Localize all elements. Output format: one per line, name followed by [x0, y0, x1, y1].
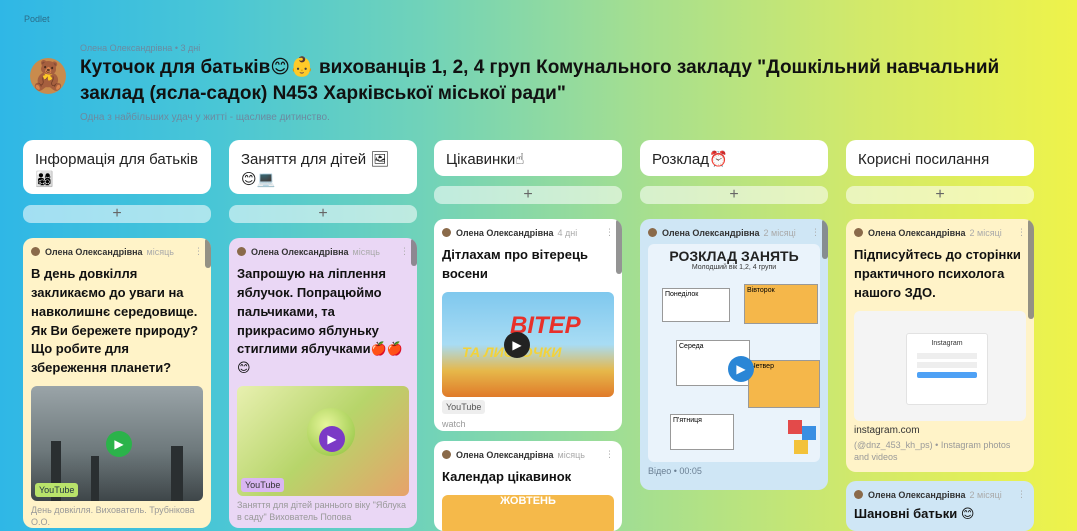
- scrollbar[interactable]: [616, 219, 622, 274]
- calendar-thumbnail[interactable]: ЖОВТЕНЬ: [442, 494, 614, 531]
- column-header[interactable]: Корисні посилання: [846, 140, 1034, 176]
- add-post-button[interactable]: +: [846, 186, 1034, 204]
- video-thumbnail[interactable]: ▶ YouTube: [31, 386, 203, 502]
- post-description: Заняття для дітей раннього віку "Яблука …: [237, 500, 406, 523]
- column-lessons: Заняття для дітей 🖼 😊💻: [229, 140, 417, 194]
- day-box: П'ятниця: [670, 414, 734, 450]
- watch-label[interactable]: watch: [442, 418, 614, 430]
- app-brand[interactable]: Podlet: [24, 14, 50, 24]
- more-icon[interactable]: ⋮: [605, 449, 614, 460]
- column-title: Заняття для дітей 🖼 😊💻: [241, 151, 390, 188]
- more-icon[interactable]: ⋮: [1017, 227, 1026, 238]
- day-box: Вівторок: [744, 284, 818, 324]
- link-preview[interactable]: Instagram: [854, 310, 1026, 421]
- post-card[interactable]: Олена Олександрівна місяць ⋮ В день довкіл…: [23, 238, 211, 528]
- more-icon[interactable]: ⋮: [605, 227, 614, 238]
- video-thumbnail[interactable]: ▶ YouTube: [237, 386, 409, 497]
- post-title: Запрошую на ліплення яблучок. Попрацюймо…: [237, 266, 404, 376]
- column-interesting: Цікавинки☝: [434, 140, 622, 176]
- scrollbar[interactable]: [205, 238, 211, 268]
- scrollbar[interactable]: [1028, 219, 1034, 319]
- more-icon[interactable]: ⋮: [811, 227, 820, 238]
- column-header[interactable]: Цікавинки☝: [434, 140, 622, 176]
- column-title: Корисні посилання: [858, 151, 990, 168]
- post-title: В день довкілля закликаємо до уваги на н…: [31, 266, 199, 376]
- scrollbar[interactable]: [822, 219, 828, 259]
- board-meta: Олена Олександрівна • 3 дні: [80, 43, 201, 53]
- post-title: Дітлахам про вітерець восени: [442, 247, 588, 281]
- column-header[interactable]: Заняття для дітей 🖼 😊💻: [229, 140, 417, 194]
- post-card[interactable]: Олена Олександрівна 2 місяці ⋮ Шановні бат…: [846, 481, 1034, 531]
- source-badge: YouTube: [241, 478, 285, 493]
- avatar: [442, 228, 451, 237]
- avatar: [854, 228, 863, 237]
- day-box: Понеділок: [662, 288, 730, 322]
- post-author: Олена Олександрівна 2 місяці ⋮: [648, 227, 820, 238]
- post-card[interactable]: Олена Олександрівна 2 місяці ⋮ Підписуйтес…: [846, 219, 1034, 472]
- schedule-title: РОЗКЛАД ЗАНЯТЬ: [669, 248, 799, 264]
- post-card[interactable]: Олена Олександрівна місяць ⋮ Календар ціка…: [434, 441, 622, 531]
- column-header[interactable]: Розклад⏰: [640, 140, 828, 176]
- column-links: Корисні посилання: [846, 140, 1034, 176]
- source-badge: YouTube: [35, 483, 79, 498]
- column-info: Інформація для батьків 👨‍👩‍👧‍👦: [23, 140, 211, 194]
- more-icon[interactable]: ⋮: [400, 246, 409, 257]
- column-schedule: Розклад⏰: [640, 140, 828, 176]
- avatar: [31, 247, 40, 256]
- video-duration: Відео • 00:05: [648, 466, 702, 476]
- post-author: Олена Олександрівна місяць ⋮: [237, 246, 409, 257]
- add-post-button[interactable]: +: [229, 205, 417, 223]
- post-description: День довкілля. Вихователь. Трубнікова О.…: [31, 505, 195, 528]
- source-badge: YouTube: [442, 399, 486, 414]
- post-title: Календар цікавинок: [442, 469, 572, 484]
- link-description: (@dnz_453_kh_ps) • Instagram photos and …: [854, 439, 1011, 462]
- column-title: Інформація для батьків 👨‍👩‍👧‍👦: [35, 151, 198, 188]
- add-post-button[interactable]: +: [23, 205, 211, 223]
- post-title: Шановні батьки 😊: [854, 506, 975, 521]
- avatar: [237, 247, 246, 256]
- column-title: Розклад⏰: [652, 151, 728, 168]
- column-title: Цікавинки☝: [446, 151, 525, 168]
- avatar: [854, 490, 863, 499]
- post-card[interactable]: Олена Олександрівна 4 дні ⋮ Дітлахам про в…: [434, 219, 622, 431]
- more-icon[interactable]: ⋮: [1017, 489, 1026, 500]
- post-author: Олена Олександрівна місяць ⋮: [31, 246, 203, 257]
- video-thumbnail[interactable]: ВІТЕР ТА ЛИСТОЧКИ ▶: [442, 291, 614, 397]
- day-box: Четвер: [748, 360, 820, 408]
- more-icon[interactable]: ⋮: [194, 246, 203, 257]
- board-subtitle: Одна з найбільших удач у житті - щасливе…: [80, 112, 330, 123]
- post-author: Олена Олександрівна 2 місяці ⋮: [854, 489, 1026, 500]
- play-icon[interactable]: ▶: [504, 331, 530, 358]
- post-title: Підписуйтесь до сторінки практичного пси…: [854, 247, 1021, 300]
- post-card[interactable]: Олена Олександрівна місяць ⋮ Запрошую на л…: [229, 238, 417, 528]
- instagram-logo: Instagram: [931, 339, 963, 347]
- play-icon[interactable]: ▶: [319, 426, 345, 453]
- play-icon[interactable]: ▶: [728, 356, 754, 382]
- post-author: Олена Олександрівна 4 дні ⋮: [442, 227, 614, 238]
- teddy-bear-icon: 🧸: [30, 58, 66, 94]
- post-card[interactable]: Олена Олександрівна 2 місяці ⋮ РОЗКЛАД ЗАН…: [640, 219, 828, 490]
- schedule-subtitle: Молодший вік 1,2, 4 групи: [691, 264, 777, 271]
- add-post-button[interactable]: +: [640, 186, 828, 204]
- post-author: Олена Олександрівна місяць ⋮: [442, 449, 614, 460]
- board-title: Куточок для батьків😊👶 вихованців 1, 2, 4…: [80, 57, 1000, 104]
- scrollbar[interactable]: [411, 238, 417, 266]
- schedule-image[interactable]: РОЗКЛАД ЗАНЯТЬ Молодший вік 1,2, 4 групи…: [648, 244, 820, 462]
- link-domain[interactable]: instagram.com: [854, 425, 1026, 436]
- add-post-button[interactable]: +: [434, 186, 622, 204]
- avatar: [648, 228, 657, 237]
- avatar: [442, 450, 451, 459]
- post-author: Олена Олександрівна 2 місяці ⋮: [854, 227, 1026, 238]
- column-header[interactable]: Інформація для батьків 👨‍👩‍👧‍👦: [23, 140, 211, 194]
- play-icon[interactable]: ▶: [106, 431, 132, 458]
